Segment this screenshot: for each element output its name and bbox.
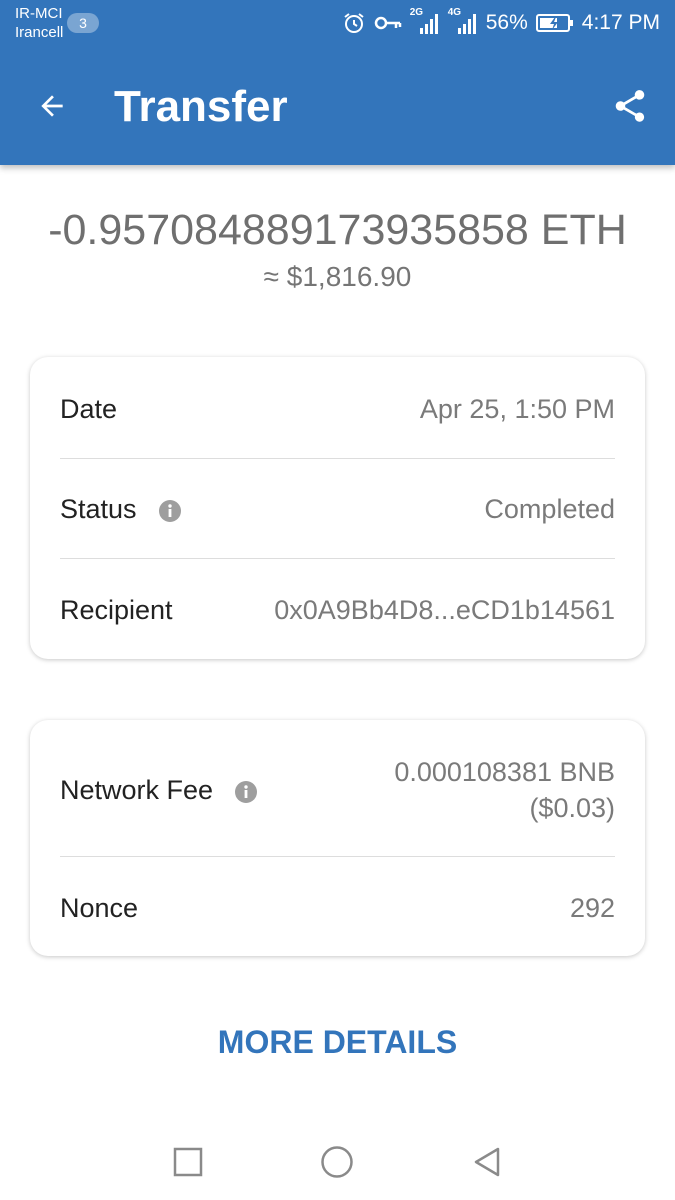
status-value: Completed [484,493,615,524]
app-bar: IR-MCI Irancell 3 2G 4G 56% 4:17 PM Tran… [0,0,675,165]
system-nav-bar [0,1122,675,1200]
status-info-icon[interactable] [158,498,181,522]
transfer-amount: -0.957084889173935858 ETH [48,206,627,254]
carrier-1: IR-MCI [15,5,63,22]
fiat-amount: ≈ $1,816.90 [263,261,412,292]
network-type-2: 4G [447,7,462,18]
status-label-group: Status [60,494,181,525]
divider [60,458,615,459]
recents-button[interactable] [166,1140,210,1184]
fee-details-card: Network Fee 0.000108381 BNB ($0.03) Nonc… [30,720,645,956]
recipient-address[interactable]: 0x0A9Bb4D8...eCD1b14561 [274,595,615,626]
back-nav-button[interactable] [465,1140,509,1184]
network-fee-value: 0.000108381 BNB ($0.03) [394,754,615,826]
share-button[interactable] [606,82,654,130]
back-button[interactable] [28,82,76,130]
nonce-value: 292 [569,892,615,923]
circle-icon [321,1146,353,1178]
network-fee-info-icon[interactable] [235,779,258,803]
network-type-1: 2G [409,7,424,18]
alarm-icon [342,11,366,35]
carrier-names: IR-MCI Irancell [15,4,63,42]
date-row: Date Apr 25, 1:50 PM [60,387,615,431]
date-label: Date [60,393,118,424]
vpn-key-icon [374,13,402,33]
signal-icon-sim2: 4G [448,7,478,35]
triangle-back-icon [474,1147,500,1177]
sim-badge: 3 [67,13,99,33]
network-fee-amount: 0.000108381 BNB [394,757,615,787]
nonce-row: Nonce 292 [60,886,615,930]
network-fee-row: Network Fee 0.000108381 BNB ($0.03) [60,754,615,826]
divider [60,558,615,559]
date-value: Apr 25, 1:50 PM [419,393,615,424]
network-fee-label-group: Network Fee [60,774,258,806]
clock: 4:17 PM [581,11,660,34]
status-icons: 2G 4G 56% 4:17 PM [342,7,660,36]
more-details-button[interactable]: MORE DETAILS [0,1020,675,1064]
battery-percent: 56% [485,11,528,34]
nonce-label: Nonce [60,892,139,923]
carrier-2: Irancell [15,24,64,41]
share-icon [615,90,645,122]
recipient-label: Recipient [60,594,173,625]
status-label: Status [60,493,137,524]
page-title: Transfer [114,82,288,131]
status-bar: IR-MCI Irancell 3 2G 4G 56% 4:17 PM [0,0,675,46]
status-row: Status Completed [60,487,615,531]
network-fee-fiat: ($0.03) [529,793,615,823]
square-icon [173,1147,203,1177]
battery-charging-icon [535,13,574,33]
signal-icon-sim1: 2G [410,7,440,35]
arrow-back-icon [41,95,63,117]
network-fee-label: Network Fee [60,774,214,805]
divider [60,856,615,857]
home-button[interactable] [315,1140,359,1184]
transaction-details-card: Date Apr 25, 1:50 PM Status Completed Re… [30,357,645,659]
recipient-row[interactable]: Recipient 0x0A9Bb4D8...eCD1b14561 [60,588,615,632]
